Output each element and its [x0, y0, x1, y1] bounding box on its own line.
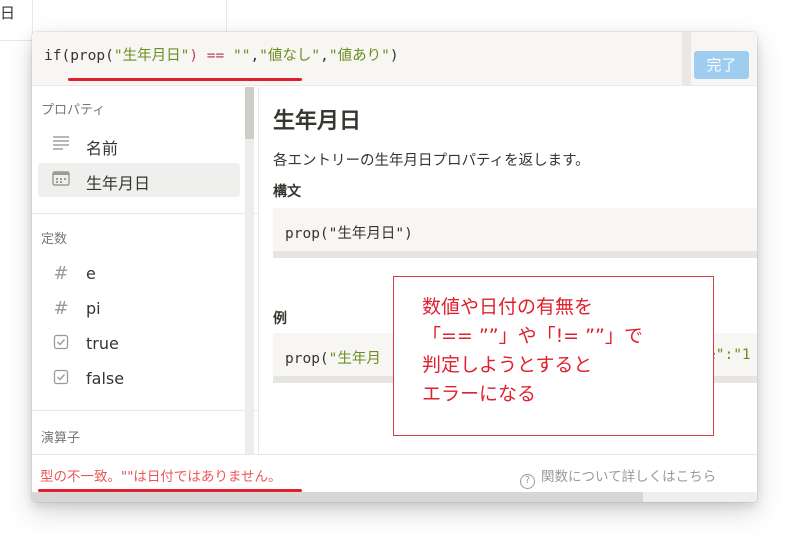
sidebar-item-birthdate[interactable]: 生年月日: [38, 163, 240, 197]
sidebar-item-pi[interactable]: # pi: [38, 292, 240, 326]
sidebar-item-label: 名前: [86, 139, 119, 158]
sidebar-scrollbar[interactable]: [245, 87, 254, 454]
formula-token: ): [389, 48, 399, 64]
doc-description: 各エントリーの生年月日プロパティを返します。: [273, 153, 590, 169]
sidebar-item-label: true: [86, 334, 119, 353]
sidebar-item-label: e: [86, 264, 96, 283]
error-message: 型の不一致。""は日付ではありません。: [40, 469, 282, 485]
sidebar-item-false[interactable]: false: [38, 362, 240, 396]
sidebar-item-label: false: [86, 369, 125, 388]
sidebar-item-label: pi: [86, 299, 101, 318]
help-link[interactable]: ? 関数について詳しくはこちら: [520, 465, 716, 489]
formula-token: ,: [320, 48, 329, 64]
example-heading: 例: [273, 311, 287, 327]
doc-title: 生年月日: [273, 109, 362, 134]
syntax-code: prop("生年月日"): [285, 226, 413, 242]
formula-token: ,: [250, 48, 260, 64]
help-link-label: 関数について詳しくはこちら: [541, 469, 717, 485]
sidebar-item-e[interactable]: # e: [38, 257, 240, 291]
hash-icon: #: [53, 263, 69, 284]
sidebar: プロパティ 名前 生年月日 定数 # e # pi true false 演算子: [32, 87, 258, 454]
editor-scrollbar[interactable]: [682, 32, 691, 86]
sidebar-item-label: 生年月日: [86, 174, 151, 193]
checkbox-icon: [51, 369, 71, 389]
section-title-properties: プロパティ: [41, 103, 106, 118]
formula-token: if(prop(: [44, 48, 114, 64]
annotation-text: 数値や日付の有無を 「== ””」や「!= ””」で 判定しようとすると エラー…: [422, 296, 643, 405]
horizontal-scrollbar-thumb[interactable]: [32, 492, 643, 502]
section-divider: [32, 213, 258, 214]
formula-highlight-underline: [68, 78, 302, 81]
checkbox-icon: [51, 334, 71, 354]
background-page-text: 日: [0, 4, 16, 22]
sidebar-scrollbar-thumb[interactable]: [245, 87, 254, 139]
sidebar-item-true[interactable]: true: [38, 327, 240, 361]
hash-icon: #: [53, 298, 69, 319]
formula-token: "値あり": [328, 48, 390, 64]
done-button[interactable]: 完了: [694, 51, 749, 79]
syntax-heading: 構文: [273, 184, 301, 200]
section-divider: [32, 410, 258, 411]
syntax-code-block: prop("生年月日"): [273, 208, 757, 258]
formula-token: "値なし": [259, 48, 321, 64]
text-lines-icon: [51, 135, 71, 155]
formula-text[interactable]: if(prop("生年月日") == "","値なし","値あり"): [44, 44, 399, 65]
example-code: prop("生年月: [285, 351, 381, 367]
sidebar-item-name[interactable]: 名前: [38, 128, 240, 162]
formula-input-area[interactable]: if(prop("生年月日") == "","値なし","値あり") 完了: [32, 32, 757, 86]
question-circle-icon: ?: [520, 474, 535, 489]
section-title-constants: 定数: [41, 232, 68, 247]
formula-token: ) ==: [189, 48, 233, 64]
section-title-operators: 演算子: [41, 431, 81, 446]
annotation-callout: 数値や日付の有無を 「== ””」や「!= ””」で 判定しようとすると エラー…: [393, 276, 714, 436]
calendar-icon: [51, 170, 71, 190]
formula-token: "生年月日": [113, 48, 190, 64]
formula-token: "": [232, 48, 251, 64]
